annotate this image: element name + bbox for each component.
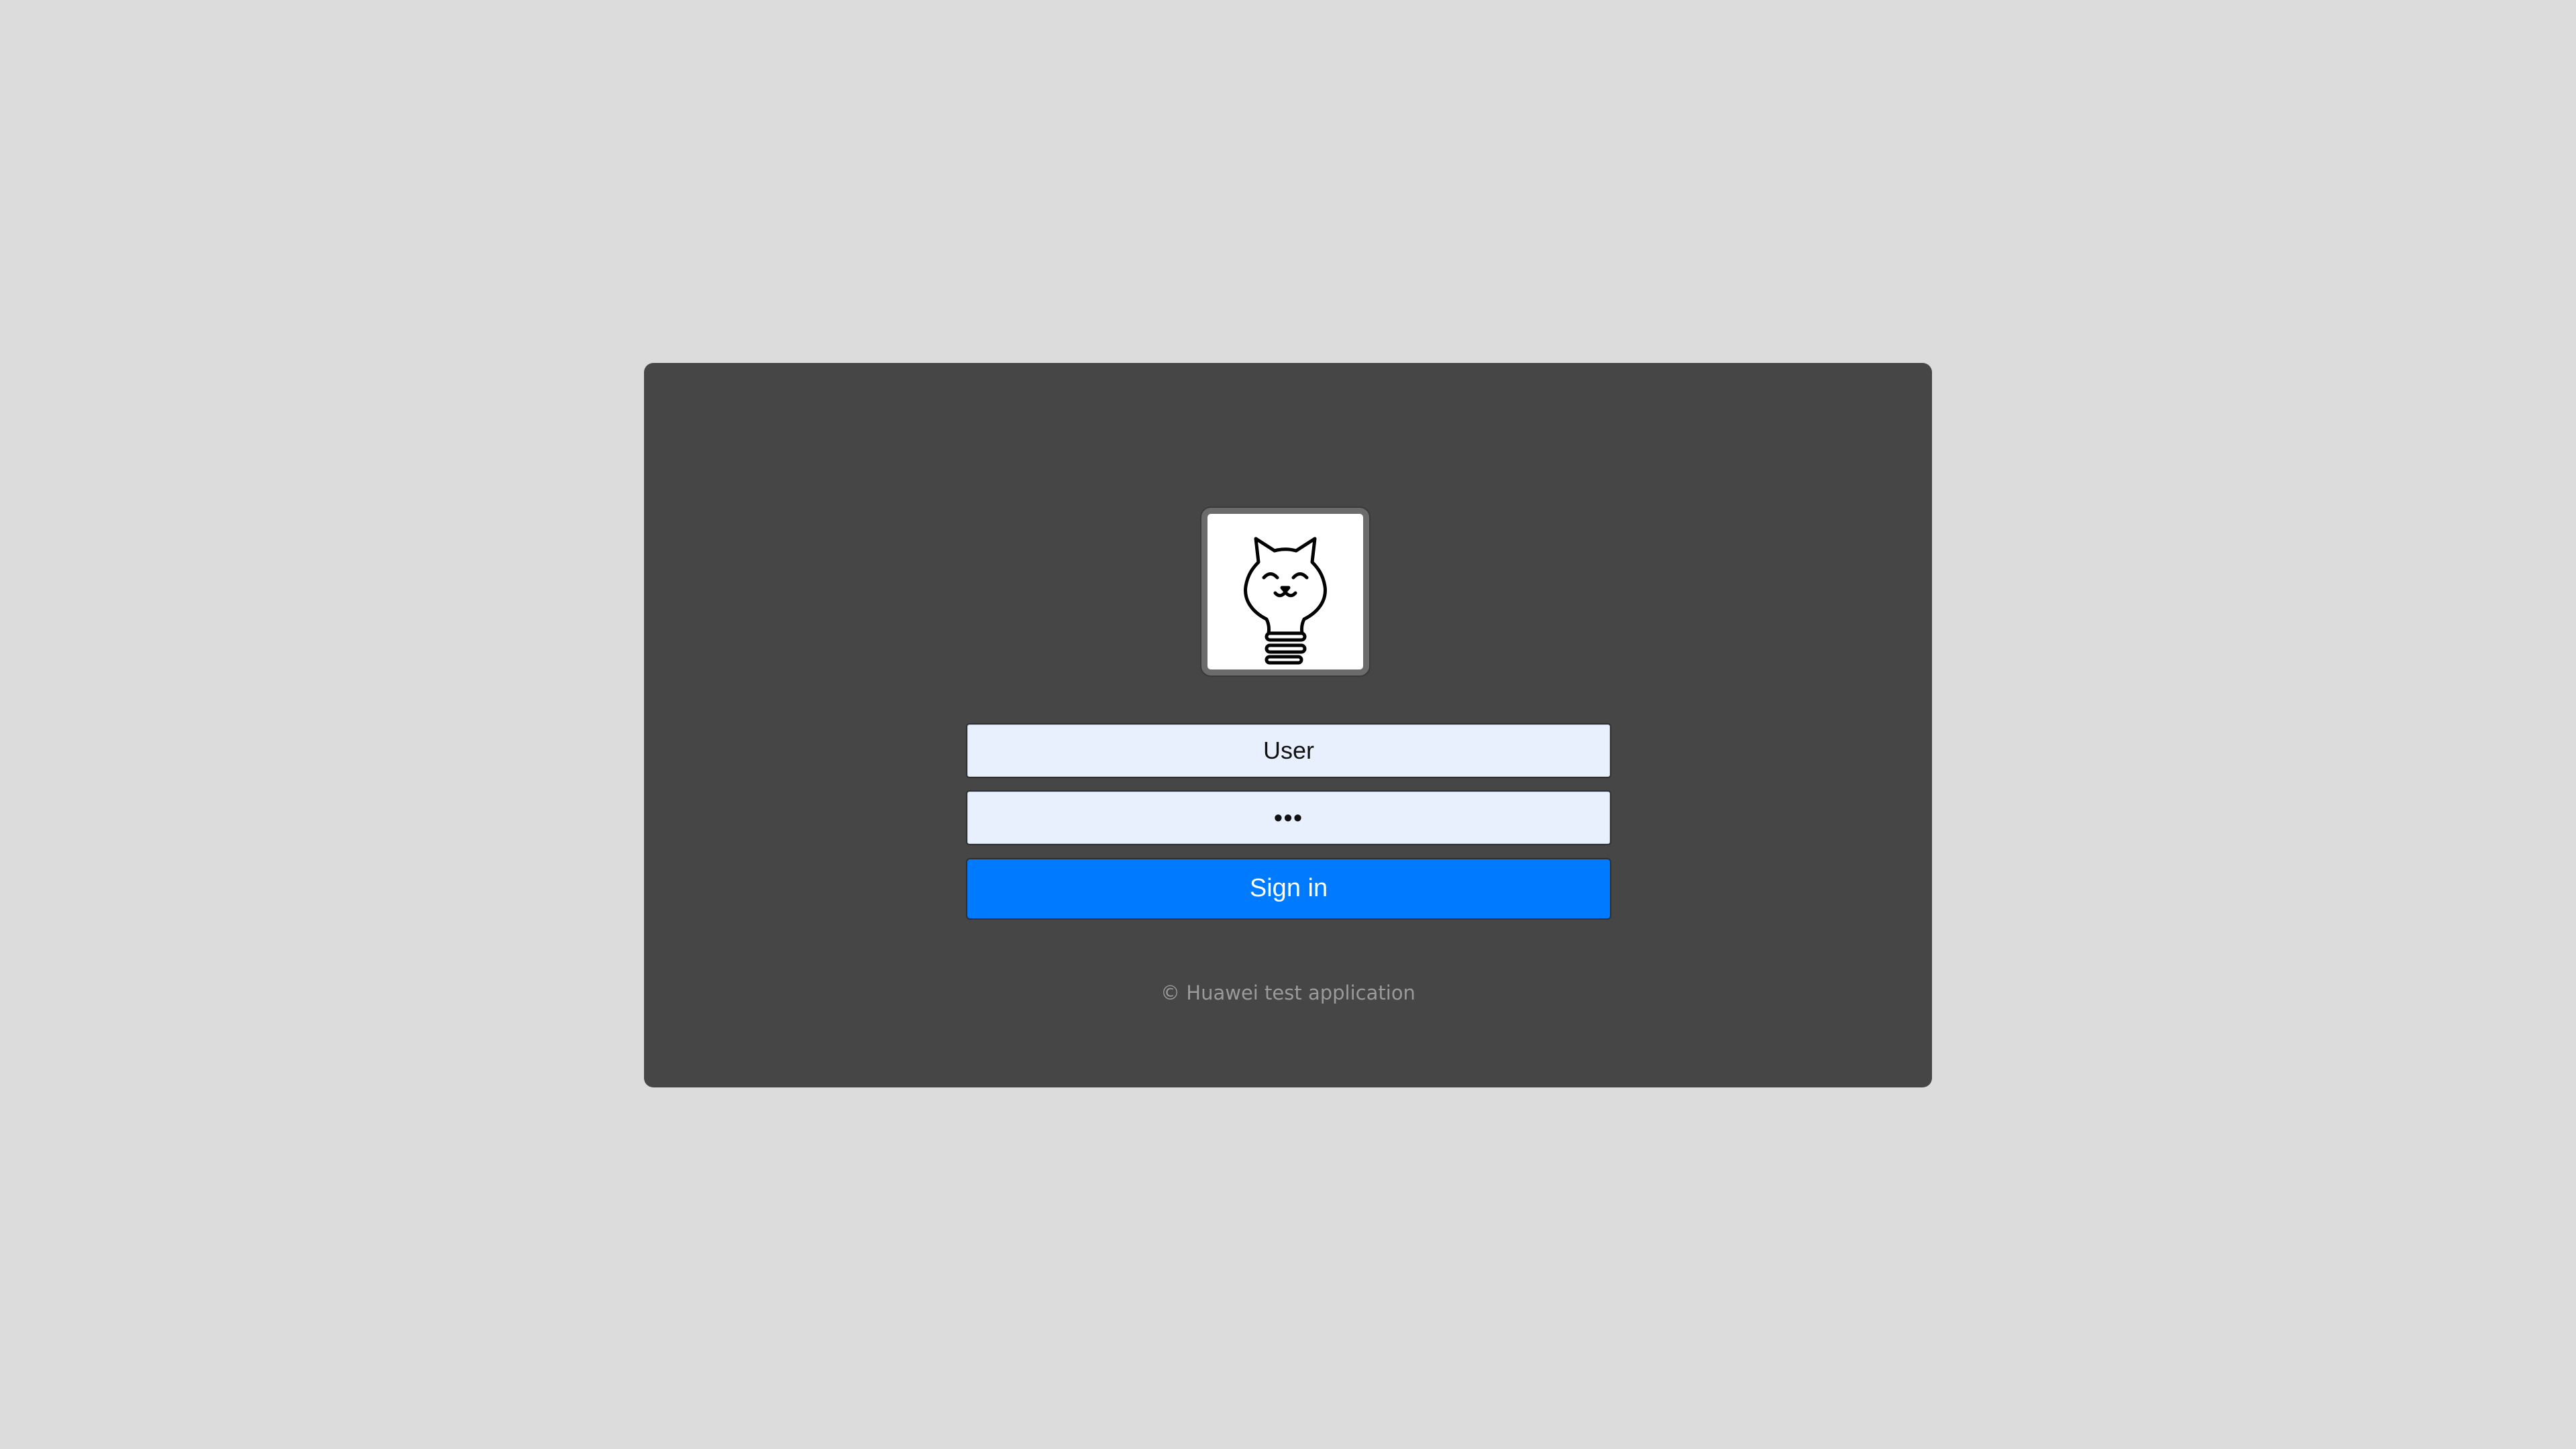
page: User ••• Sign in © Huawei test applicati… (0, 0, 2576, 1449)
login-panel: User ••• Sign in © Huawei test applicati… (644, 363, 1932, 1087)
logo (1201, 508, 1369, 676)
cat-lightbulb-icon (1244, 537, 1327, 665)
username-field[interactable]: User (966, 723, 1611, 778)
password-field[interactable]: ••• (966, 790, 1611, 845)
footer-text: © Huawei test application (1161, 981, 1415, 1004)
signin-button[interactable]: Sign in (966, 858, 1611, 920)
